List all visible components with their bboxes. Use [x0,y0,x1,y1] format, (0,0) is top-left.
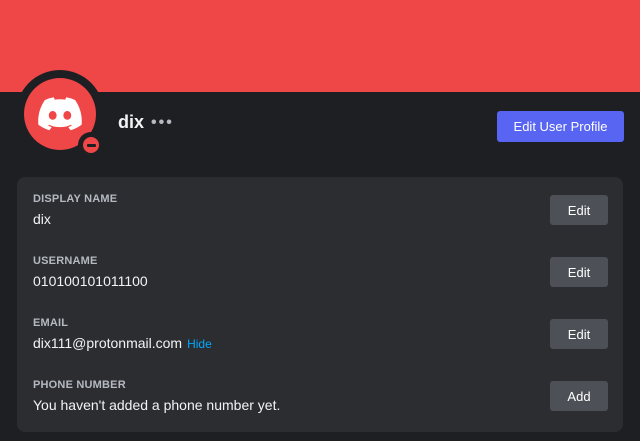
avatar[interactable] [16,70,104,158]
more-options-icon[interactable]: ••• [151,114,174,132]
field-value: dix [33,211,51,227]
display-name-field: DISPLAY NAME dix Edit [33,193,608,245]
edit-username-button[interactable]: Edit [550,257,608,287]
status-dash [86,143,96,147]
field-value: dix111@protonmail.com [33,335,183,351]
field-value: 010100101011100 [33,273,148,289]
username-field: USERNAME 010100101011100 Edit [33,255,608,307]
field-label: EMAIL [33,317,69,329]
email-field: EMAIL dix111@protonmail.com Hide Edit [33,317,608,369]
add-phone-button[interactable]: Add [550,381,608,411]
edit-email-button[interactable]: Edit [550,319,608,349]
phone-number-field: PHONE NUMBER You haven't added a phone n… [33,379,608,431]
hide-email-link[interactable]: Hide [187,337,212,351]
account-info-card: DISPLAY NAME dix Edit USERNAME 010100101… [17,177,623,432]
field-label: DISPLAY NAME [33,193,118,205]
email-value-row: dix111@protonmail.com Hide [33,335,212,351]
edit-user-profile-button[interactable]: Edit User Profile [497,111,624,142]
edit-display-name-button[interactable]: Edit [550,195,608,225]
field-label: PHONE NUMBER [33,379,126,391]
profile-banner [0,0,640,92]
field-label: USERNAME [33,255,98,267]
status-indicator [83,137,99,153]
field-value: You haven't added a phone number yet. [33,397,281,413]
user-profile-panel: dix ••• Edit User Profile DISPLAY NAME d… [0,0,640,441]
profile-display-name: dix [118,112,145,132]
do-not-disturb-icon [78,132,104,158]
discord-logo-svg [38,97,82,131]
